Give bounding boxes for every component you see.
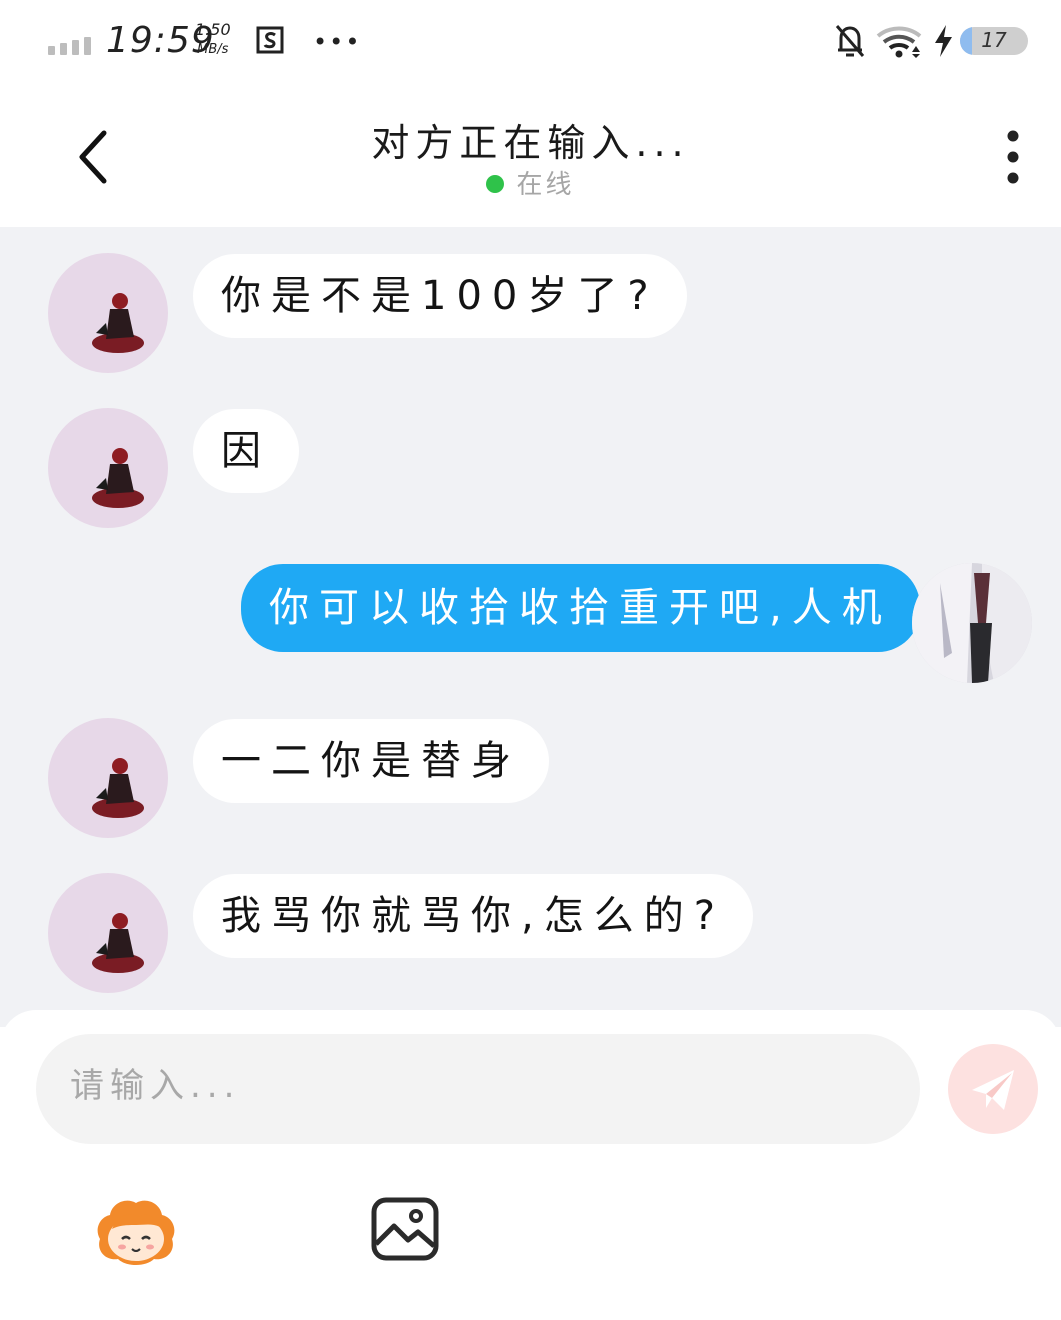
- message-input-placeholder: 请输入...: [70, 1066, 241, 1106]
- more-icon: •••: [313, 28, 362, 56]
- network-speed-unit: MB/s: [197, 42, 229, 57]
- message-bubble[interactable]: 你是不是100岁了?: [193, 254, 687, 338]
- online-dot-icon: [486, 174, 505, 193]
- wifi-icon: [876, 26, 922, 58]
- contact-avatar[interactable]: [48, 253, 168, 373]
- battery-icon: 17: [960, 27, 1028, 55]
- message-bubble[interactable]: 因: [193, 409, 299, 493]
- contact-avatar[interactable]: [48, 873, 168, 993]
- message-bubble[interactable]: 一二你是替身: [193, 719, 549, 803]
- message-bubble[interactable]: 你可以收拾收拾重开吧,人机: [241, 564, 920, 652]
- presence-label: 在线: [516, 170, 575, 200]
- chat-title: 对方正在输入...: [371, 121, 690, 165]
- status-bar: 19:59 1.50 MB/s ••• 17: [0, 0, 1061, 82]
- image-icon[interactable]: [370, 1196, 440, 1262]
- composer-panel: 请输入...: [0, 1010, 1061, 1320]
- message-list[interactable]: 你是不是100岁了? 因 你可以收拾收拾重开吧,人机 一二你是替身 我骂你就骂你…: [0, 227, 1061, 1027]
- battery-level: 17: [981, 28, 1007, 52]
- chat-header: 对方正在输入... 在线: [0, 82, 1061, 227]
- emoji-sticker-icon[interactable]: [92, 1195, 180, 1267]
- user-avatar[interactable]: [912, 563, 1032, 683]
- network-speed-value: 1.50: [195, 20, 231, 39]
- more-vertical-icon[interactable]: [995, 130, 1031, 186]
- contact-avatar[interactable]: [48, 408, 168, 528]
- message-bubble[interactable]: 我骂你就骂你,怎么的?: [193, 874, 753, 958]
- send-icon: [972, 1070, 1014, 1110]
- bell-off-icon: [835, 25, 865, 57]
- contact-avatar[interactable]: [48, 718, 168, 838]
- send-button[interactable]: [948, 1044, 1038, 1134]
- network-speed: 1.50 MB/s: [195, 20, 231, 60]
- presence-status: 在线: [0, 164, 1061, 201]
- screenshot-icon: [256, 26, 284, 54]
- charging-icon: [935, 25, 952, 57]
- signal-icon: [48, 37, 91, 55]
